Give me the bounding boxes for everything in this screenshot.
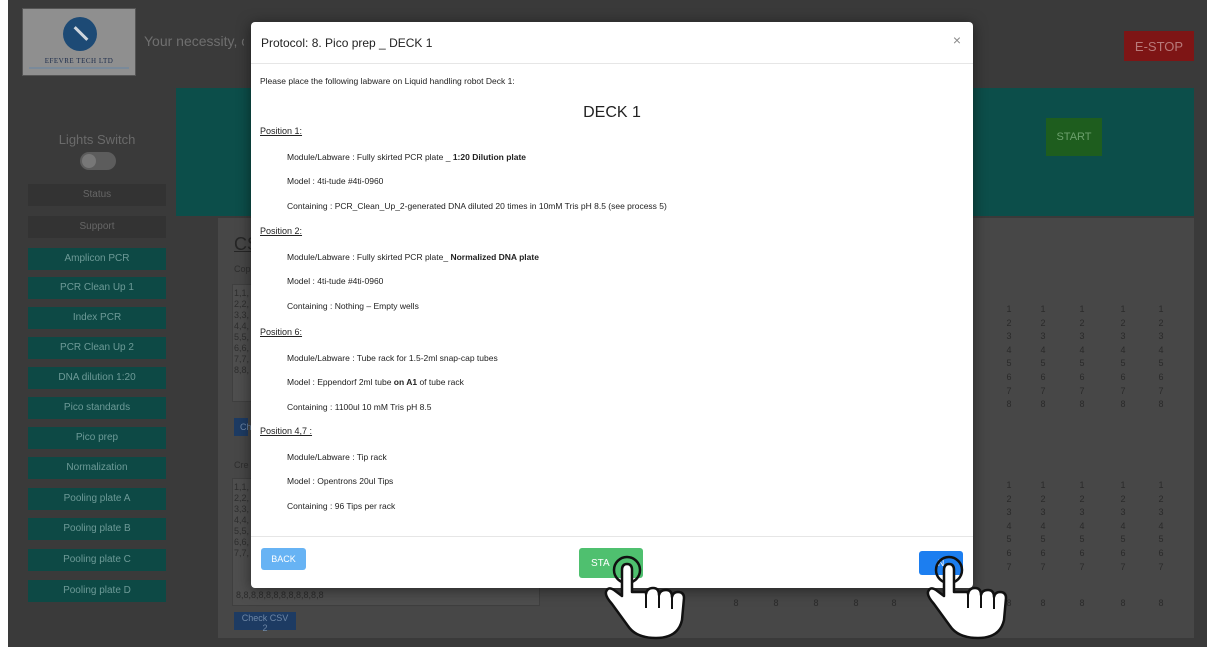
model-line-text: Model : Opentrons 20ul Tips	[287, 476, 394, 486]
modal-footer-divider	[251, 536, 973, 537]
module-line: Module/Labware : Tube rack for 1.5-2ml s…	[287, 353, 498, 363]
containing-line-text: Containing : 1100ul 10 mM Tris pH 8.5	[287, 402, 432, 412]
model-line-text: Model : 4ti-tude #4ti-0960	[287, 276, 384, 286]
module-line-text: Module/Labware : Tube rack for 1.5-2ml s…	[287, 353, 498, 363]
protocol-modal: Protocol: 8. Pico prep _ DECK 1 × Please…	[251, 22, 973, 588]
model-line: Model : 4ti-tude #4ti-0960	[287, 276, 383, 286]
model-line: Model : Eppendorf 2ml tube on A1 of tube…	[287, 377, 464, 387]
module-line: Module/Labware : Fully skirted PCR plate…	[287, 152, 526, 162]
module-line-text: Module/Labware : Tip rack	[287, 452, 387, 462]
pointing-hand-icon	[604, 555, 686, 640]
module-line-text: Module/Labware : Fully skirted PCR plate…	[287, 252, 451, 262]
position-heading: Position 6:	[260, 327, 303, 337]
model-line: Model : Opentrons 20ul Tips	[287, 476, 393, 486]
modal-intro: Please place the following labware on Li…	[260, 76, 515, 86]
containing-line: Containing : Nothing – Empty wells	[287, 301, 419, 311]
modal-header-divider	[251, 63, 973, 64]
module-line: Module/Labware : Tip rack	[287, 452, 387, 462]
module-line-text: Module/Labware : Fully skirted PCR plate…	[287, 152, 453, 162]
modal-title: Protocol: 8. Pico prep _ DECK 1	[261, 36, 433, 50]
containing-line-text: Containing : Nothing – Empty wells	[287, 301, 419, 311]
containing-line-text: Containing : 96 Tips per rack	[287, 501, 396, 511]
back-button[interactable]: BACK	[261, 548, 306, 570]
position-heading: Position 2:	[260, 226, 303, 236]
model-line-suffix: of tube rack	[417, 377, 464, 387]
module-line-emphasis: Normalized DNA plate	[450, 252, 539, 262]
model-line-emphasis: on A1	[393, 377, 418, 387]
pointing-hand-icon	[926, 555, 1008, 640]
close-icon[interactable]: ×	[949, 32, 965, 48]
containing-line: Containing : PCR_Clean_Up_2-generated DN…	[287, 201, 667, 211]
containing-line: Containing : 1100ul 10 mM Tris pH 8.5	[287, 402, 431, 412]
deck-heading: DECK 1	[583, 104, 641, 121]
model-line: Model : 4ti-tude #4ti-0960	[287, 176, 383, 186]
module-line-emphasis: 1:20 Dilution plate	[452, 152, 527, 162]
containing-line: Containing : 96 Tips per rack	[287, 501, 395, 511]
position-heading: Position 1:	[260, 126, 303, 136]
containing-line-text: Containing : PCR_Clean_Up_2-generated DN…	[287, 201, 667, 211]
model-line-text: Model : 4ti-tude #4ti-0960	[287, 176, 384, 186]
model-line-text: Model : Eppendorf 2ml tube	[287, 377, 394, 387]
position-heading: Position 4,7 :	[260, 426, 313, 436]
module-line: Module/Labware : Fully skirted PCR plate…	[287, 252, 539, 262]
